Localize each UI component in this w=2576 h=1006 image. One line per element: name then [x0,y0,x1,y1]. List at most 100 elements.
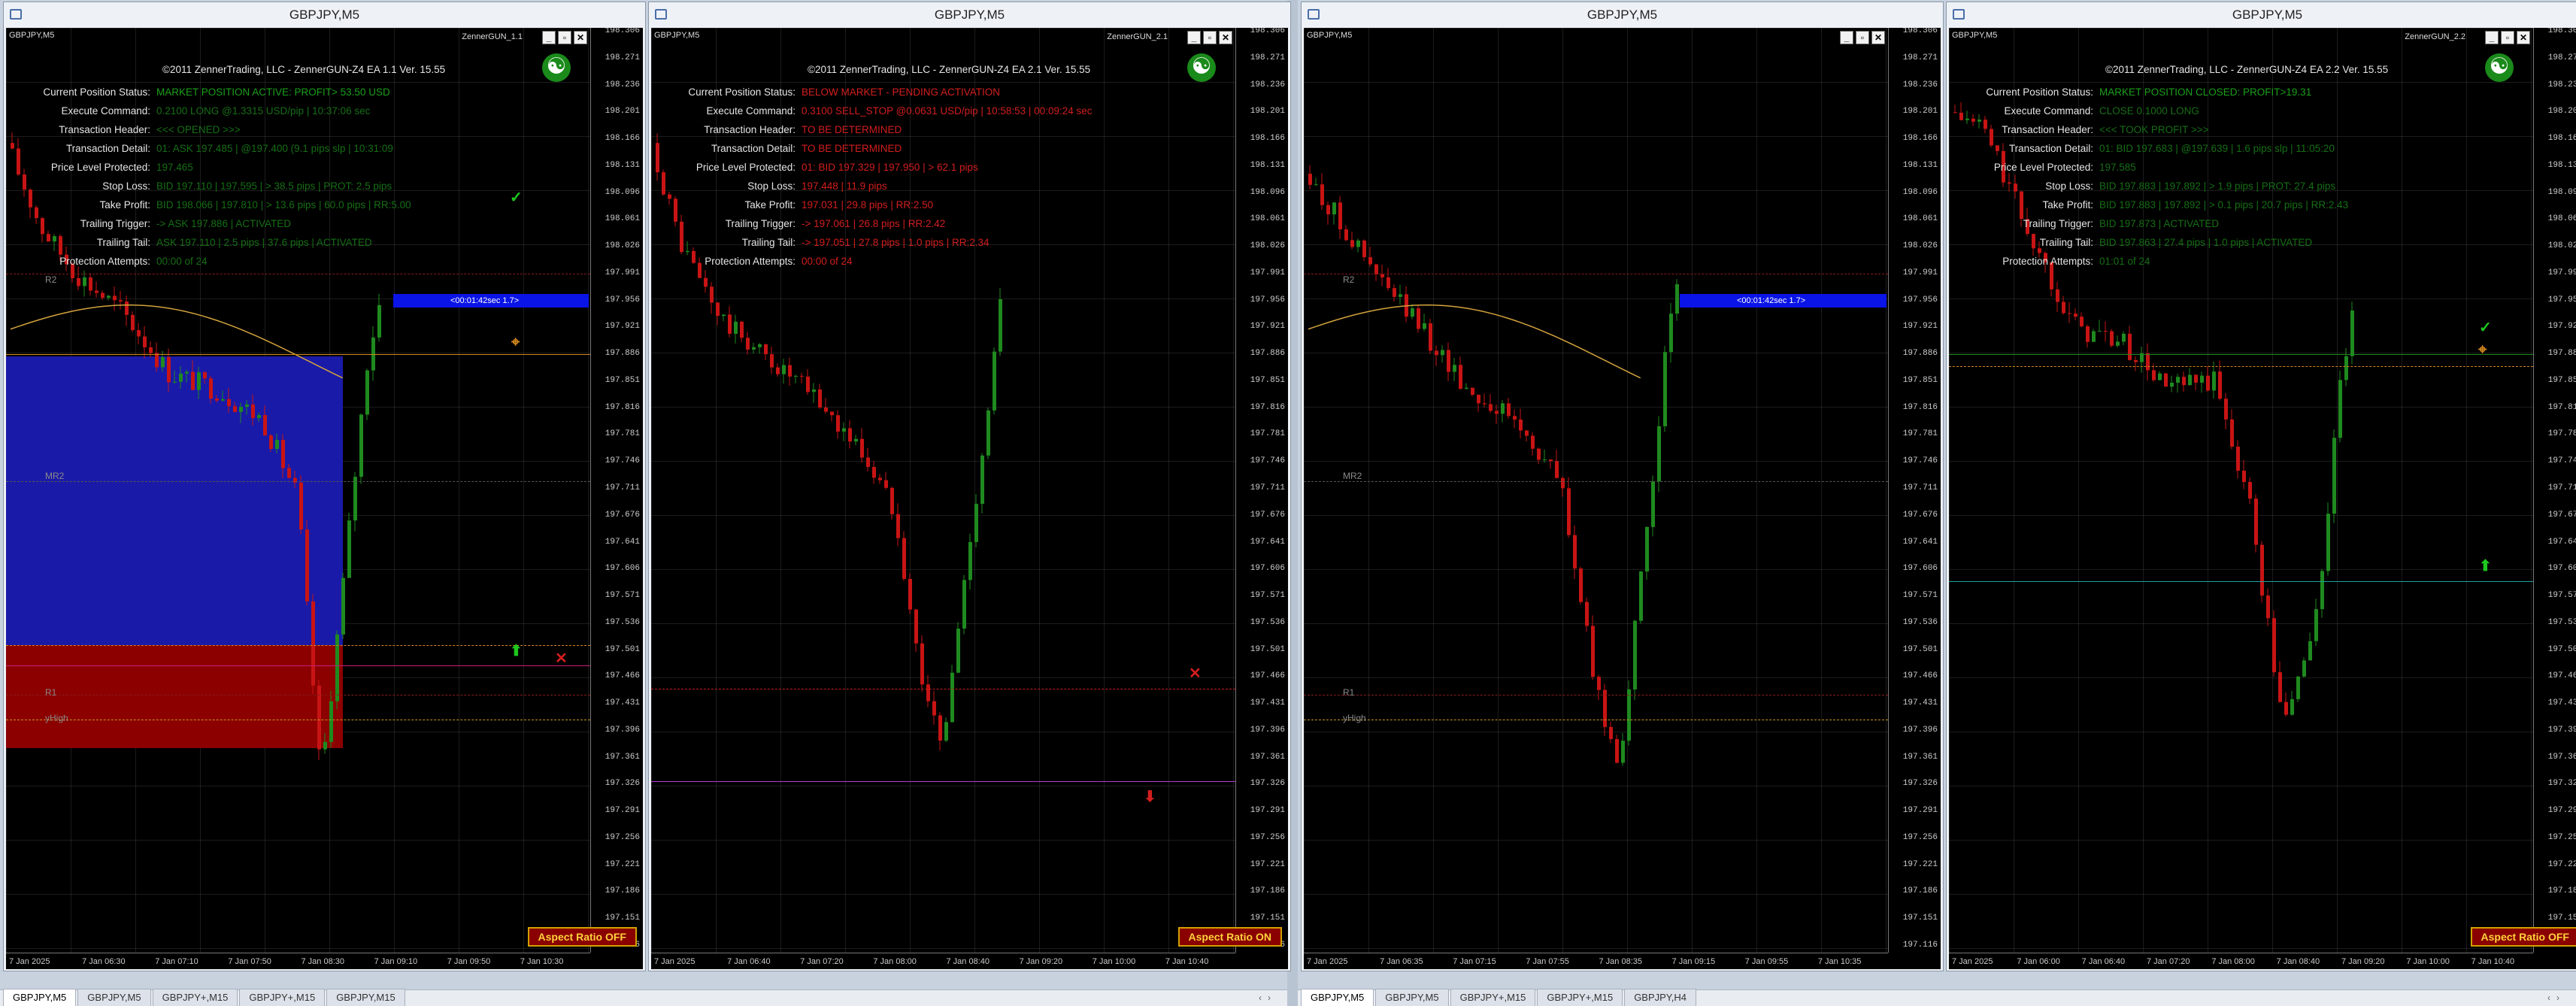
candle-body [251,404,255,418]
candle-body [1344,229,1348,241]
candle-body [956,629,960,673]
candle-body [359,414,363,477]
aspect-ratio-button[interactable]: Aspect Ratio OFF [527,927,637,947]
candle-body [2212,371,2216,391]
candle-body [2284,701,2288,715]
status-label: Trailing Tail: [2039,237,2093,248]
price-tick-label: 197.501 [2547,644,2576,654]
candle-body [1537,448,1541,460]
time-axis[interactable]: 7 Jan 2025 7 Jan 06:35 7 Jan 07:15 7 Jan 07… [1304,953,1888,969]
time-axis[interactable]: 7 Jan 2025 7 Jan 06:40 7 Jan 07:20 7 Jan 08… [651,953,1235,969]
candle-body [1669,314,1673,353]
status-label: Transaction Detail: [2008,143,2093,154]
price-tick-label: 198.271 [1250,53,1285,62]
price-tick-label: 197.466 [605,671,640,681]
candle-body [944,722,948,741]
price-tick-label: 198.026 [1902,241,1938,251]
status-value: 197.031 | 29.8 pips | RR:2.50 [802,199,934,211]
chart-tab[interactable]: GBPJPY+,M15 [1537,989,1623,1006]
tab-scroll-arrows[interactable]: ‹› [1259,992,1277,1003]
candle-body [1471,387,1474,395]
price-tick-label: 198.096 [1902,187,1938,197]
candle-body [353,477,357,521]
price-chart[interactable]: GBPJPY,M5 ZennerGUN_2.1 _ ▫ ✕ 198.306 198.271 1… [651,28,1288,969]
chart-tab[interactable]: GBPJPY,M5 [1301,989,1374,1006]
price-tick-label: 197.921 [605,322,640,332]
price-tick-label: 197.711 [605,483,640,492]
candle-body [1423,323,1426,329]
chart-tab[interactable]: GBPJPY+,M15 [1450,989,1536,1006]
candle-body [2242,471,2246,483]
window-titlebar[interactable]: GBPJPY,M5 [1947,2,2576,28]
status-label: Stop Loss: [2045,180,2093,192]
candle-body [275,440,279,449]
aspect-ratio-button[interactable]: Aspect Ratio OFF [2470,927,2576,947]
status-value: 01:01 of 24 [2099,256,2150,267]
candle-body [722,314,726,317]
candle-body [1429,323,1432,351]
candle-body [2320,571,2324,610]
candle-body [1549,459,1553,462]
chart-window[interactable]: GBPJPY,M5 GBPJPY,M5 ZennerGUN_2.2 _ ▫ ✕ 198.30… [1946,2,2576,971]
candle-body [305,529,309,601]
chart-window-icon [10,9,22,20]
price-chart[interactable]: GBPJPY,M5ZennerGUN_2.2_▫✕198.306198.2711… [1949,28,2576,969]
price-tick-label: 197.746 [605,456,640,466]
time-tick-label: 7 Jan 08:40 [946,957,990,966]
time-tick-label: 7 Jan 09:15 [1671,957,1716,966]
pivot-label-r2: R2 [45,274,57,286]
status-label: Take Profit: [99,199,150,211]
candle-body [1633,620,1637,689]
status-value: 197.465 [156,162,193,173]
window-titlebar[interactable]: GBPJPY,M5 [649,2,1290,28]
chart-tab[interactable]: GBPJPY,M15 [326,989,405,1006]
candle-body [245,404,249,408]
chart-window[interactable]: GBPJPY,M5 GBPJPY,M5 ZennerGUN_2.1 _ ▫ ✕ 198.30… [648,2,1291,971]
price-tick-label: 197.676 [1250,510,1285,520]
status-row-header: Transaction Header: <<< OPENED >>> [14,120,540,139]
price-chart[interactable]: GBPJPY,M5 _ ▫ ✕ 198.306 198.271 198.236 198.201… [1304,28,1941,969]
window-titlebar[interactable]: GBPJPY,M5 [1302,2,1943,28]
candle-body [197,372,201,390]
status-label: Protection Attempts: [2002,256,2093,267]
price-tick-label: 197.536 [605,617,640,627]
chart-tab[interactable]: GBPJPY,M5 [1375,989,1449,1006]
candle-body [2116,341,2120,346]
chart-tab[interactable]: GBPJPY,H4 [1624,989,1697,1006]
price-axis[interactable]: 198.306 198.271 198.236 198.201 198.166 198.1… [1235,28,1288,953]
status-value: 197.448 | 11.9 pips [802,180,887,192]
aspect-ratio-button[interactable]: Aspect Ratio ON [1177,927,1282,947]
tab-scroll-arrows[interactable]: ‹› [2547,992,2565,1003]
chart-tab[interactable]: GBPJPY,M5 [3,989,77,1006]
pivot-label-mr2: MR2 [1343,470,1362,481]
price-tick-label: 198.096 [1250,187,1285,197]
price-chart[interactable]: GBPJPY,M5 ZennerGUN_1.1 _ ▫ ✕ 198.306 198.271 1… [6,28,643,969]
candle-body [155,353,159,368]
status-row-current-status: Current Position Status: MARKET POSITION … [14,83,540,102]
price-tick-label: 197.151 [605,914,640,923]
candle-timer-bar: <00:01:42sec 1.7> [393,293,589,308]
price-tick-label: 198.026 [2547,241,2576,251]
chart-window[interactable]: GBPJPY,M5 GBPJPY,M5 _ ▫ ✕ 198.306 198.271 198.2… [1301,2,1944,971]
status-label: Protection Attempts: [59,256,150,267]
pivot-label-yhigh: yHigh [1343,712,1366,723]
window-titlebar[interactable]: GBPJPY,M5 [4,2,645,28]
chart-tab[interactable]: GBPJPY+,M15 [239,989,326,1006]
status-value: BID 198.066 | 197.810 | > 13.6 pips | 60… [156,199,411,211]
price-axis[interactable]: 198.306 198.271 198.236 198.201 198.166 198.1… [590,28,643,953]
time-axis[interactable]: 7 Jan 2025 7 Jan 06:30 7 Jan 07:10 7 Jan 07… [6,953,590,969]
price-axis[interactable]: 198.306 198.271 198.236 198.201 198.166 198.1… [2533,28,2576,953]
close-mark-icon: ✕ [1189,665,1202,683]
time-axis[interactable]: 7 Jan 2025 7 Jan 06:00 7 Jan 06:40 7 Jan 07… [1949,953,2533,969]
candle-body [1338,202,1342,230]
status-value: <<< TOOK PROFIT >>> [2099,124,2209,135]
candle-body [1579,568,1583,602]
chart-tab[interactable]: GBPJPY,M5 [77,989,151,1006]
target-icon: ⌖ [511,333,520,350]
chart-tab[interactable]: GBPJPY+,M15 [152,989,238,1006]
candle-body [806,376,810,392]
price-axis[interactable]: 198.306 198.271 198.236 198.201 198.166 198.1… [1888,28,1941,953]
chart-window[interactable]: GBPJPY,M5 GBPJPY,M5 ZennerGUN_1.1 _ ▫ ✕ 198.30… [3,2,646,971]
candle-body [335,634,339,701]
status-label: Transaction Detail: [711,143,796,154]
